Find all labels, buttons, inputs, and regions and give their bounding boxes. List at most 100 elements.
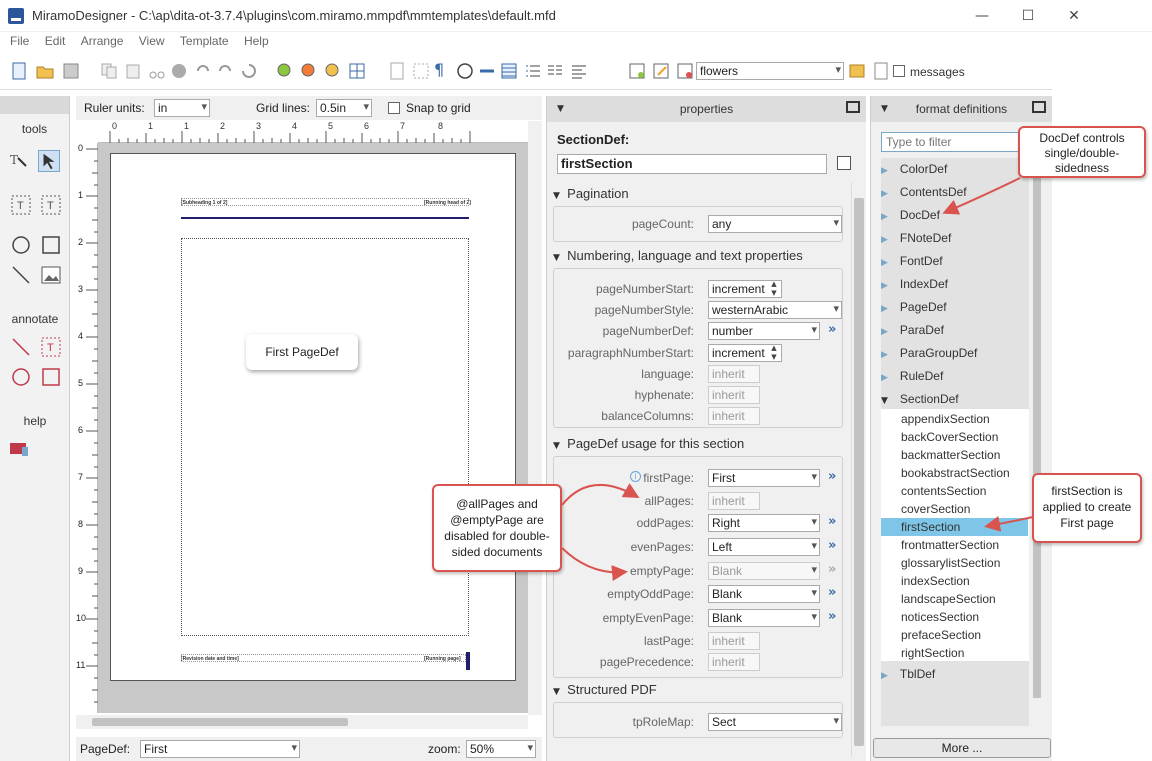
menu-help[interactable]: Help (244, 32, 269, 50)
table-icon[interactable] (500, 62, 518, 80)
zoom-in-icon[interactable] (276, 62, 294, 80)
rotate-icon[interactable] (240, 62, 258, 80)
spinner-arrows-icon[interactable]: ▲ ▼ (768, 344, 780, 362)
cut-icon[interactable] (148, 62, 166, 80)
section-def-name-field[interactable]: firstSection (557, 154, 827, 174)
tree-child-glossarylistsection[interactable]: glossarylistSection (901, 556, 1000, 570)
text-frame-tool-icon[interactable]: T (10, 194, 32, 216)
tree-child-noticessection[interactable]: noticesSection (901, 610, 979, 624)
rule-icon[interactable] (478, 62, 496, 80)
tree-item-fontdef[interactable]: ▶ FontDef (881, 254, 943, 274)
goto-emptyevenpage-icon[interactable]: » (828, 609, 836, 624)
tree-child-backmattersection[interactable]: backmatterSection (901, 448, 1000, 462)
help-book-icon[interactable] (8, 438, 30, 460)
close-button[interactable]: ✕ (1054, 4, 1094, 28)
collapse-icon[interactable]: ▼ (557, 96, 564, 122)
menu-view[interactable]: View (139, 32, 165, 50)
page-preview[interactable]: [Subheading 1 of 2] [Running head of 2] … (110, 153, 516, 681)
filter-input[interactable] (881, 132, 1031, 152)
menu-template[interactable]: Template (180, 32, 229, 50)
hyphenate-button[interactable]: inherit (708, 386, 760, 404)
zoom-out-icon[interactable] (300, 62, 318, 80)
copy-icon[interactable] (100, 62, 118, 80)
new-file-icon[interactable] (10, 62, 28, 80)
menu-file[interactable]: File (10, 32, 29, 50)
circle-icon[interactable] (456, 62, 474, 80)
open-folder-icon[interactable] (36, 62, 54, 80)
messages-checkbox[interactable] (893, 65, 905, 77)
tree-child-backcoversection[interactable]: backCoverSection (901, 430, 998, 444)
scroll-thumb[interactable] (92, 718, 348, 726)
delete-icon[interactable] (170, 62, 188, 80)
add-style-icon[interactable] (628, 62, 646, 80)
style-settings-icon[interactable] (848, 62, 866, 80)
snap-to-grid-checkbox[interactable] (388, 102, 400, 114)
columns-icon[interactable] (546, 62, 564, 80)
pilcrow-icon[interactable]: ¶ (434, 60, 452, 79)
zoom-fit-icon[interactable] (324, 62, 342, 80)
tree-child-bookabstractsection[interactable]: bookabstractSection (901, 466, 1010, 480)
tree-child-appendixsection[interactable]: appendixSection (901, 412, 990, 426)
image-tool-icon[interactable] (40, 264, 62, 286)
grid-icon[interactable] (348, 62, 366, 80)
text-select-tool-icon[interactable]: T (8, 150, 30, 172)
menu-edit[interactable]: Edit (45, 32, 66, 50)
tree-child-coversection[interactable]: coverSection (901, 502, 970, 516)
annotate-rectangle-icon[interactable] (40, 366, 62, 388)
tree-item-tbldef[interactable]: ▶ TblDef (881, 667, 935, 687)
pagecount-select[interactable]: any (708, 215, 842, 233)
tree-child-landscapesection[interactable]: landscapeSection (901, 592, 996, 606)
goto-pagenumberdef-icon[interactable]: » (828, 322, 836, 337)
grid-lines-select[interactable]: 0.5in (316, 99, 372, 117)
emptypage-select[interactable]: Blank (708, 562, 820, 580)
body-text-frame[interactable] (181, 238, 469, 636)
footer-frame[interactable] (181, 654, 466, 662)
tree-child-firstsection-selected[interactable]: firstSection (881, 518, 1028, 536)
evenpages-select[interactable]: Left (708, 538, 820, 556)
pagination-header[interactable]: ▼ Pagination (553, 186, 629, 201)
tree-child-contentssection[interactable]: contentsSection (901, 484, 986, 498)
tree-item-pagedef[interactable]: ▶ PageDef (881, 300, 947, 320)
oddpages-select[interactable]: Right (708, 514, 820, 532)
pagenumberstyle-select[interactable]: westernArabic (708, 301, 842, 319)
undock-icon[interactable] (1032, 101, 1046, 113)
more-button[interactable]: More ... (873, 738, 1051, 758)
pagenumberdef-select[interactable]: number (708, 322, 820, 340)
structured-pdf-header[interactable]: ▼ Structured PDF (553, 682, 657, 697)
tree-child-indexsection[interactable]: indexSection (901, 574, 970, 588)
tree-item-docdef[interactable]: ▶ DocDef (881, 208, 940, 228)
scroll-thumb[interactable] (854, 198, 864, 746)
redo-icon[interactable] (194, 62, 212, 80)
line-tool-icon[interactable] (10, 264, 32, 286)
goto-firstpage-icon[interactable]: » (828, 469, 836, 484)
tree-child-rightsection[interactable]: rightSection (901, 646, 964, 660)
tprolemap-select[interactable]: Sect (708, 713, 842, 731)
rectangle-tool-icon[interactable] (40, 234, 62, 256)
tree-item-contentsdef[interactable]: ▶ ContentsDef (881, 185, 967, 205)
format-scrollbar[interactable] (1031, 158, 1043, 714)
zoom-select[interactable]: 50% (466, 740, 536, 758)
tree-item-paradef[interactable]: ▶ ParaDef (881, 323, 944, 343)
numbered-list-icon[interactable] (524, 62, 542, 80)
ellipse-tool-icon[interactable] (10, 234, 32, 256)
text-frame-icon[interactable] (412, 62, 430, 80)
canvas-vertical-scrollbar[interactable] (528, 121, 542, 715)
scroll-thumb[interactable] (1033, 168, 1041, 698)
tree-item-indexdef[interactable]: ▶ IndexDef (881, 277, 948, 297)
maximize-button[interactable]: ☐ (1008, 4, 1048, 28)
select-tool-icon[interactable] (38, 150, 60, 172)
pageprecedence-button[interactable]: inherit (708, 653, 760, 671)
numbering-header[interactable]: ▼ Numbering, language and text propertie… (553, 248, 803, 263)
properties-scrollbar[interactable] (851, 182, 865, 757)
remove-style-icon[interactable] (676, 62, 694, 80)
firstpage-select[interactable]: First (708, 469, 820, 487)
edit-name-icon[interactable] (837, 156, 851, 170)
save-icon[interactable] (62, 62, 80, 80)
pagedef-usage-header[interactable]: ▼ PageDef usage for this section (553, 436, 744, 451)
tree-item-paragroupdef[interactable]: ▶ ParaGroupDef (881, 346, 977, 366)
balancecolumns-button[interactable]: inherit (708, 407, 760, 425)
undock-icon[interactable] (846, 101, 860, 113)
annotate-line-icon[interactable] (10, 336, 32, 358)
tree-item-ruledef[interactable]: ▶ RuleDef (881, 369, 943, 389)
goto-oddpages-icon[interactable]: » (828, 514, 836, 529)
